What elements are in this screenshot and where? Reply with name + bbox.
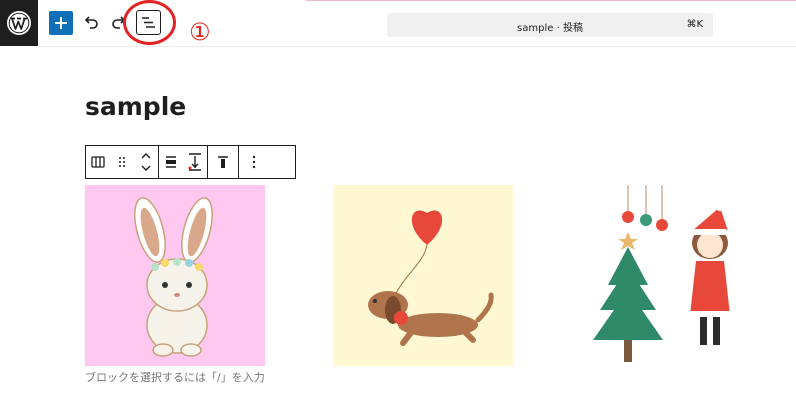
undo-icon[interactable] (80, 12, 102, 34)
list-view-icon (142, 17, 155, 28)
columns-button[interactable] (86, 146, 110, 178)
more-options-button[interactable] (239, 146, 269, 178)
wordpress-logo[interactable] (0, 0, 38, 46)
block-toolbar (85, 145, 296, 179)
move-up-down-icon (141, 153, 151, 171)
wordpress-icon (7, 11, 31, 35)
dog-illustration (368, 210, 494, 346)
height-icon (188, 153, 201, 171)
align-top-button[interactable] (208, 146, 238, 178)
justify-button[interactable] (159, 146, 183, 178)
block-placeholder-hint[interactable]: ブロックを選択するには「/」を入力 (85, 369, 265, 385)
height-button[interactable] (183, 146, 207, 178)
gallery-image-christmas[interactable] (578, 185, 763, 366)
more-options-icon (252, 155, 256, 169)
justify-icon (166, 156, 176, 168)
move-up-down-button[interactable] (134, 146, 158, 178)
annotation-number: ① (189, 18, 211, 46)
add-block-button[interactable] (49, 11, 73, 35)
drag-handle[interactable] (110, 146, 134, 178)
columns-icon (91, 156, 105, 168)
toolbar-group-more (239, 146, 269, 178)
drag-handle-icon (119, 157, 125, 167)
gallery-image-dog[interactable] (333, 185, 513, 366)
header-divider (38, 46, 796, 47)
christmas-illustration (593, 185, 730, 362)
gallery-image-rabbit[interactable] (85, 185, 265, 366)
document-title: sample · 投稿 (517, 23, 583, 34)
shortcut-hint: ⌘K (686, 19, 703, 30)
toolbar-group-layout (159, 146, 208, 178)
command-palette-bar[interactable]: sample · 投稿 ⌘K (387, 13, 713, 37)
list-view-button[interactable] (136, 10, 161, 35)
toolbar-group-block (86, 146, 159, 178)
plus-icon (55, 17, 67, 29)
align-top-icon (218, 156, 228, 168)
toolbar-group-align (208, 146, 239, 178)
post-title[interactable]: sample (85, 92, 186, 121)
top-accent-line (306, 0, 796, 1)
redo-icon[interactable] (108, 12, 130, 34)
rabbit-illustration (134, 197, 213, 357)
